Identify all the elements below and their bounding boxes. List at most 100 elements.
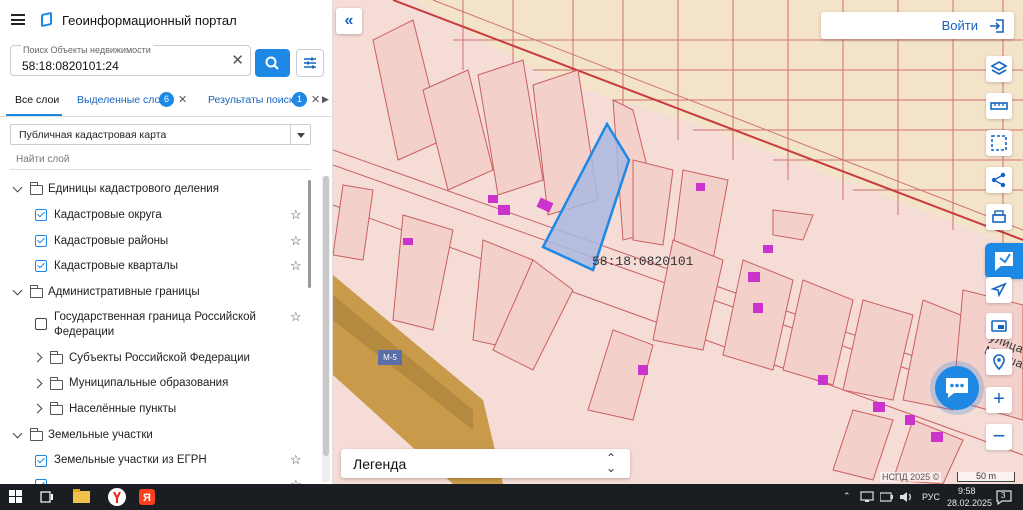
chevron-down-icon[interactable] <box>12 285 23 296</box>
tab-search-results[interactable]: Результаты поиска <box>208 94 300 106</box>
taskbar: Я ⌃ РУС 9:58 28.02.2025 3 <box>0 484 1023 510</box>
chevron-down-icon[interactable] <box>12 182 23 193</box>
zoom-in-button[interactable]: + <box>986 387 1012 413</box>
header: Геоинформационный портал <box>0 0 332 40</box>
checkbox-cadastral-districts[interactable] <box>35 209 47 221</box>
locate-button[interactable] <box>986 277 1012 303</box>
ruler-tool-button[interactable] <box>986 93 1012 119</box>
legend-panel[interactable]: Легенда ⌃ ⌄ <box>341 449 630 478</box>
area-select-tool-button[interactable] <box>986 130 1012 156</box>
close-selected-tab-icon[interactable]: ✕ <box>178 93 187 106</box>
print-button[interactable] <box>986 204 1012 230</box>
tray-chevron-icon[interactable]: ⌃ <box>843 491 851 502</box>
tab-selected-layers[interactable]: Выделенные слои <box>77 94 166 106</box>
group-admin-boundaries[interactable]: Административные границы <box>48 286 200 298</box>
search-input[interactable] <box>22 59 212 73</box>
layer-cadastral-quarters: Кадастровые кварталы <box>54 260 179 272</box>
area-select-icon <box>991 135 1007 151</box>
collapse-sidebar-button[interactable]: « <box>336 8 362 34</box>
chevron-right-icon[interactable] <box>32 352 43 363</box>
chat-button[interactable] <box>935 366 979 410</box>
group-settlements[interactable]: Населённые пункты <box>69 403 176 415</box>
star-icon[interactable]: ☆ <box>290 453 302 466</box>
login-button[interactable]: Войти <box>821 12 1014 39</box>
portal-logo-icon <box>41 11 52 28</box>
notification-count: 3 <box>1001 491 1006 500</box>
star-icon[interactable]: ☆ <box>290 208 302 221</box>
battery-icon[interactable] <box>880 492 894 502</box>
search-button[interactable] <box>255 49 290 77</box>
search-field[interactable]: Поиск Объекты недвижимости ✕ <box>10 45 251 76</box>
clear-icon[interactable]: ✕ <box>231 53 244 68</box>
language-indicator[interactable]: РУС <box>922 492 940 502</box>
pin-icon <box>993 354 1005 371</box>
layer-filter[interactable]: Найти слой <box>10 148 311 170</box>
group-federal-subjects[interactable]: Субъекты Российской Федерации <box>69 352 250 364</box>
tabs-scroll-right-icon[interactable]: ▶ <box>322 94 329 105</box>
map-canvas[interactable]: 58:18:0820101 улица Мокшанцева М-5 <box>333 0 1023 484</box>
scale-label: 50 m <box>975 471 996 481</box>
group-land-plots[interactable]: Земельные участки <box>48 429 153 441</box>
filter-settings-button[interactable] <box>296 49 324 77</box>
chevron-right-icon[interactable] <box>32 403 43 414</box>
share-button[interactable] <box>986 167 1012 193</box>
expand-collapse-icon[interactable]: ⌃ ⌄ <box>606 452 616 474</box>
basemap-value: Публичная кадастровая карта <box>19 129 167 141</box>
ruler-icon <box>990 102 1008 110</box>
layer-tabs: Все слои Выделенные слои 6 ✕ Результаты … <box>0 85 332 117</box>
checkbox-cadastral-quarters[interactable] <box>35 260 47 272</box>
layer-land-plots-egrn: Земельные участки из ЕГРН <box>54 454 207 466</box>
copyright-text: НСПД 2025 © <box>880 472 942 482</box>
close-results-tab-icon[interactable]: ✕ <box>311 93 320 106</box>
task-view-icon[interactable] <box>40 490 54 504</box>
group-cadastral-division[interactable]: Единицы кадастрового деления <box>48 183 219 195</box>
scrollbar-thumb[interactable] <box>323 176 329 456</box>
svg-text:Я: Я <box>143 492 151 504</box>
checkbox-cadastral-regions[interactable] <box>35 235 47 247</box>
geolocation-button[interactable] <box>986 349 1012 375</box>
share-icon <box>991 172 1006 188</box>
yandex-icon[interactable]: Я <box>139 489 155 505</box>
yandex-browser-icon[interactable] <box>107 487 127 507</box>
assistant-tab-button[interactable] <box>985 243 1023 279</box>
group-municipal[interactable]: Муниципальные образования <box>69 377 228 389</box>
checkbox-state-border[interactable] <box>35 318 47 330</box>
chevron-down-icon[interactable] <box>12 428 23 439</box>
folder-icon <box>49 377 63 390</box>
clock-time[interactable]: 9:58 <box>958 486 976 496</box>
navigation-arrow-icon <box>990 282 1007 298</box>
star-icon[interactable]: ☆ <box>290 234 302 247</box>
inner-scrollbar[interactable] <box>308 180 311 288</box>
file-explorer-icon[interactable] <box>73 489 91 504</box>
basemap-switch-button[interactable] <box>986 313 1012 339</box>
zoom-out-button[interactable]: − <box>986 424 1012 450</box>
login-label: Войти <box>941 18 978 33</box>
layers-tool-button[interactable] <box>986 56 1012 82</box>
layer-cadastral-regions: Кадастровые районы <box>54 235 169 247</box>
layer-state-border-line1: Государственная граница Российской <box>54 311 256 323</box>
chevron-right-icon[interactable] <box>32 378 43 389</box>
folder-icon <box>29 428 43 441</box>
folder-icon <box>29 285 43 298</box>
folder-icon <box>49 402 63 415</box>
assistant-icon <box>995 252 1013 271</box>
basemap-select[interactable]: Публичная кадастровая карта <box>10 124 311 145</box>
checkbox-land-plots-egrn[interactable] <box>35 455 47 467</box>
tab-all-layers[interactable]: Все слои <box>15 94 59 106</box>
menu-icon[interactable] <box>11 14 25 25</box>
star-icon[interactable]: ☆ <box>290 259 302 272</box>
clock-date[interactable]: 28.02.2025 <box>947 498 992 508</box>
folder-icon <box>49 351 63 364</box>
map-frame-icon <box>991 320 1007 332</box>
search-icon <box>265 56 279 70</box>
search-results-badge: 1 <box>292 92 307 107</box>
windows-start-icon[interactable] <box>9 490 23 504</box>
volume-icon[interactable] <box>899 490 913 504</box>
sidebar: Геоинформационный портал Поиск Объекты н… <box>0 0 333 484</box>
layers-icon <box>990 61 1008 75</box>
cadastral-map[interactable] <box>333 0 1023 484</box>
search-label: Поиск Объекты недвижимости <box>21 45 153 55</box>
network-icon[interactable] <box>860 491 874 503</box>
star-icon[interactable]: ☆ <box>290 310 302 323</box>
print-icon <box>992 210 1006 223</box>
